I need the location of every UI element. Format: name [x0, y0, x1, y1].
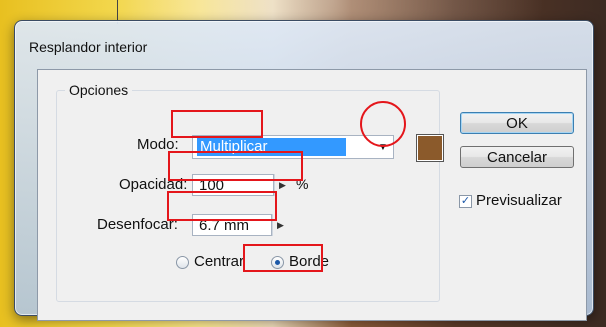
radio-edge[interactable]: [271, 256, 284, 269]
radio-edge-label[interactable]: Borde: [289, 253, 329, 270]
cancel-button[interactable]: Cancelar: [460, 146, 574, 168]
ok-button[interactable]: OK: [460, 112, 574, 134]
glow-color-swatch[interactable]: [416, 134, 444, 162]
blur-stepper-icon[interactable]: ▶: [272, 214, 288, 236]
blur-label: Desenfocar:: [97, 216, 178, 233]
mode-label: Modo:: [137, 136, 179, 153]
mode-select-value: Multiplicar: [197, 138, 346, 156]
opacity-input[interactable]: 100: [192, 174, 274, 196]
radio-center-label[interactable]: Centrar: [194, 253, 244, 270]
options-group-label: Opciones: [65, 82, 133, 98]
preview-checkbox[interactable]: ✓: [459, 195, 472, 208]
chevron-down-icon[interactable]: ▼: [373, 136, 393, 158]
dialog-title: Resplandor interior: [29, 39, 148, 55]
options-group: Opciones Modo: Multiplicar ▼ Opacidad: 1…: [56, 82, 444, 302]
radio-center[interactable]: [176, 256, 189, 269]
mode-select[interactable]: Multiplicar ▼: [192, 135, 394, 159]
opacity-stepper-icon[interactable]: ▶: [274, 174, 290, 196]
inner-glow-dialog: Resplandor interior Opciones Modo: Multi…: [14, 20, 594, 321]
opacity-label: Opacidad:: [119, 176, 188, 193]
preview-label[interactable]: Previsualizar: [476, 192, 562, 209]
dialog-client-area: Opciones Modo: Multiplicar ▼ Opacidad: 1…: [37, 69, 587, 321]
opacity-unit: %: [296, 176, 309, 192]
blur-input[interactable]: 6.7 mm: [192, 214, 272, 236]
